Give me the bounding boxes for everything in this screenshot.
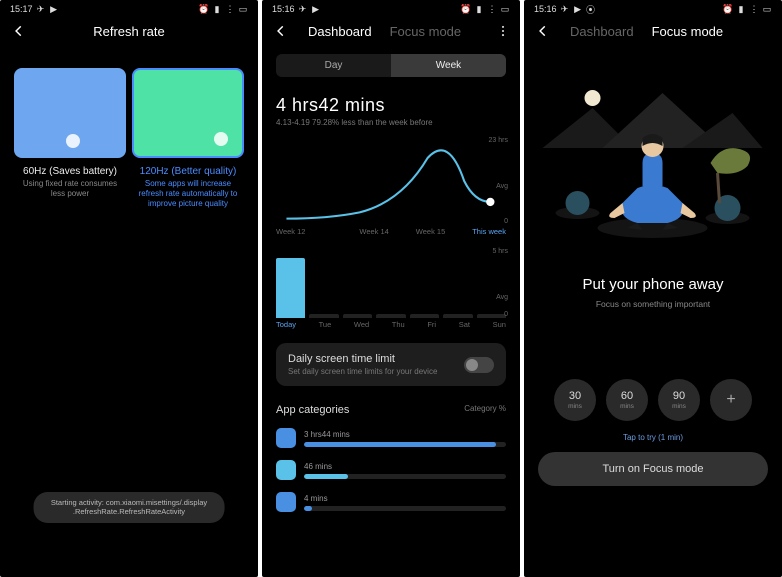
try-link[interactable]: Tap to try (1 min): [524, 433, 782, 442]
more-vert-icon: [496, 24, 510, 38]
chevron-left-icon: [12, 24, 26, 38]
axis-0: 0: [504, 218, 508, 225]
weekly-chart: 23 hrs Avg 0: [276, 137, 506, 225]
bars-avg: Avg: [496, 294, 508, 301]
limit-title: Daily screen time limit: [288, 353, 437, 365]
alarm-icon: ⏰: [723, 4, 733, 14]
page-title: Refresh rate: [0, 24, 258, 39]
duration-chips: 30mins60mins90mins+: [524, 379, 782, 421]
battery-icon: ▭: [762, 4, 772, 14]
telegram-icon: ✈: [36, 4, 46, 14]
duration-chip[interactable]: 90mins: [658, 379, 700, 421]
app-row[interactable]: 3 hrs44 mins: [262, 422, 520, 454]
battery-icon: ▭: [238, 4, 248, 14]
youtube-icon: ▶: [573, 4, 583, 14]
seg-day[interactable]: Day: [276, 54, 391, 77]
duration-chip[interactable]: 60mins: [606, 379, 648, 421]
screen-focus-mode: 15:16 ✈ ▶ ⦿ ⏰ ▮ ⋮ ▭ Dashboard Focus mode: [524, 0, 782, 577]
tab-focus-mode[interactable]: Focus mode: [390, 24, 462, 39]
record-icon: ⦿: [586, 4, 596, 14]
wifi-icon: ⋮: [225, 4, 235, 14]
back-button[interactable]: [534, 22, 552, 40]
add-duration-chip[interactable]: +: [710, 379, 752, 421]
focus-sub: Focus on something important: [524, 299, 782, 309]
daily-bars: 5 hrs Avg 0: [276, 248, 506, 318]
statusbar: 15:17 ✈ ▶ ⏰ ▮ ⋮ ▭: [0, 0, 258, 16]
categories-right: Category %: [464, 404, 506, 416]
app-icon: [276, 428, 296, 448]
daily-limit-card[interactable]: Daily screen time limit Set daily screen…: [276, 343, 506, 386]
battery-icon: ▭: [500, 4, 510, 14]
axis-23: 23 hrs: [489, 137, 508, 144]
app-row[interactable]: 46 mins: [262, 454, 520, 486]
back-button[interactable]: [10, 22, 28, 40]
status-time: 15:17: [10, 4, 33, 14]
bars-0: 0: [504, 311, 508, 318]
focus-title: Put your phone away: [524, 276, 782, 293]
total-time: 4 hrs42 mins: [262, 77, 520, 118]
alarm-icon: ⏰: [461, 4, 471, 14]
turn-on-button[interactable]: Turn on Focus mode: [538, 452, 768, 486]
alarm-icon: ⏰: [199, 4, 209, 14]
app-time: 3 hrs44 mins: [304, 430, 506, 439]
youtube-icon: ▶: [49, 4, 59, 14]
signal-icon: ▮: [474, 4, 484, 14]
back-button[interactable]: [272, 22, 290, 40]
chevron-left-icon: [536, 24, 550, 38]
thumb-120hz: [132, 68, 244, 158]
app-icon: [276, 460, 296, 480]
option-60hz-desc: Using fixed rate consumes less power: [14, 177, 126, 200]
tab-focus-mode[interactable]: Focus mode: [652, 24, 724, 39]
screen-refresh-rate: 15:17 ✈ ▶ ⏰ ▮ ⋮ ▭ Refresh rate 60Hz (Sav…: [0, 0, 258, 577]
bar-today[interactable]: [276, 258, 305, 318]
categories-header: App categories: [276, 404, 349, 416]
statusbar: 15:16 ✈ ▶ ⏰ ▮ ⋮ ▭: [262, 0, 520, 16]
wifi-icon: ⋮: [487, 4, 497, 14]
thumb-60hz: [14, 68, 126, 158]
tab-dashboard[interactable]: Dashboard: [570, 24, 634, 39]
axis-avg: Avg: [496, 183, 508, 190]
app-time: 4 mins: [304, 494, 506, 503]
tab-dashboard[interactable]: Dashboard: [308, 24, 372, 39]
app-row[interactable]: 4 mins: [262, 486, 520, 518]
limit-toggle[interactable]: [464, 357, 494, 373]
day-labels: Today Tue Wed Thu Fri Sat Sun: [262, 320, 520, 329]
app-icon: [276, 492, 296, 512]
duration-chip[interactable]: 30mins: [554, 379, 596, 421]
telegram-icon: ✈: [298, 4, 308, 14]
seg-week[interactable]: Week: [391, 54, 506, 77]
option-120hz-desc: Some apps will increase refresh rate aut…: [132, 177, 244, 210]
telegram-icon: ✈: [560, 4, 570, 14]
week-labels: Week 12 Week 14 Week 15 This week: [262, 227, 520, 236]
status-time: 15:16: [534, 4, 557, 14]
total-sub: 4.13-4.19 79.28% less than the week befo…: [262, 118, 520, 127]
statusbar: 15:16 ✈ ▶ ⦿ ⏰ ▮ ⋮ ▭: [524, 0, 782, 16]
option-120hz-title: 120Hz (Better quality): [132, 166, 244, 177]
more-button[interactable]: [496, 24, 510, 43]
option-60hz[interactable]: 60Hz (Saves battery) Using fixed rate co…: [14, 68, 126, 210]
bars-5: 5 hrs: [492, 248, 508, 255]
activity-toast: Starting activity: com.xiaomi.misettings…: [34, 492, 225, 524]
signal-icon: ▮: [736, 4, 746, 14]
status-time: 15:16: [272, 4, 295, 14]
signal-icon: ▮: [212, 4, 222, 14]
screen-dashboard: 15:16 ✈ ▶ ⏰ ▮ ⋮ ▭ Dashboard Focus mode D…: [262, 0, 520, 577]
app-time: 46 mins: [304, 462, 506, 471]
segment-control: Day Week: [276, 54, 506, 77]
wifi-icon: ⋮: [749, 4, 759, 14]
meditation-illustration: [539, 58, 766, 258]
option-60hz-title: 60Hz (Saves battery): [14, 166, 126, 177]
option-120hz[interactable]: 120Hz (Better quality) Some apps will in…: [132, 68, 244, 210]
limit-desc: Set daily screen time limits for your de…: [288, 367, 437, 376]
chevron-left-icon: [274, 24, 288, 38]
youtube-icon: ▶: [311, 4, 321, 14]
